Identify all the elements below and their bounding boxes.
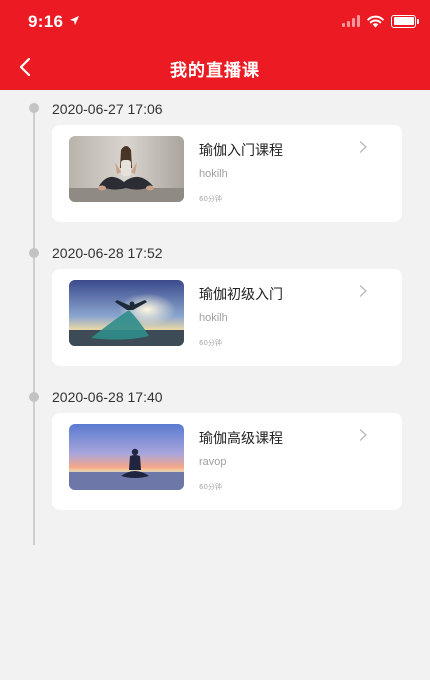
course-card[interactable]: 瑜伽高级课程 ravop 60分钟 <box>52 413 402 510</box>
battery-icon <box>391 14 419 28</box>
teacher-name: ravop <box>199 456 227 468</box>
timeline-line <box>33 107 35 545</box>
course-duration: 60分钟 <box>199 483 222 491</box>
course-card[interactable]: 瑜伽入门课程 hokilh 60分钟 <box>52 125 402 222</box>
teacher-name: hokilh <box>199 168 228 180</box>
course-duration: 60分钟 <box>199 195 222 203</box>
yoga-woman-seated-photo <box>69 136 184 202</box>
chevron-right-icon <box>359 285 367 297</box>
course-thumbnail <box>69 280 184 346</box>
session-date: 2020-06-27 17:06 <box>52 101 163 117</box>
course-thumbnail <box>69 424 184 490</box>
timeline-dot <box>29 248 39 258</box>
chevron-right-icon <box>359 429 367 441</box>
cellular-signal-icon <box>342 15 360 27</box>
page-title: 我的直播课 <box>170 61 260 81</box>
status-indicators <box>342 12 419 30</box>
wifi-icon <box>367 15 384 27</box>
yoga-pose-sunset-photo <box>69 280 184 346</box>
course-duration: 60分钟 <box>199 339 222 347</box>
chevron-right-icon <box>359 141 367 153</box>
course-title: 瑜伽入门课程 <box>199 143 283 159</box>
teacher-name: hokilh <box>199 312 228 324</box>
header-bar: 9:16 我的直播课 <box>0 0 430 90</box>
course-title: 瑜伽初级入门 <box>199 287 283 303</box>
session-date: 2020-06-28 17:52 <box>52 245 163 261</box>
timeline-dot <box>29 392 39 402</box>
session-date: 2020-06-28 17:40 <box>52 389 163 405</box>
timeline-dot <box>29 103 39 113</box>
course-title: 瑜伽高级课程 <box>199 431 283 447</box>
status-time: 9:16 <box>28 12 64 31</box>
course-card[interactable]: 瑜伽初级入门 hokilh 60分钟 <box>52 269 402 366</box>
meditation-beach-sunset-photo <box>69 424 184 490</box>
course-thumbnail <box>69 136 184 202</box>
location-arrow-icon <box>69 15 80 26</box>
